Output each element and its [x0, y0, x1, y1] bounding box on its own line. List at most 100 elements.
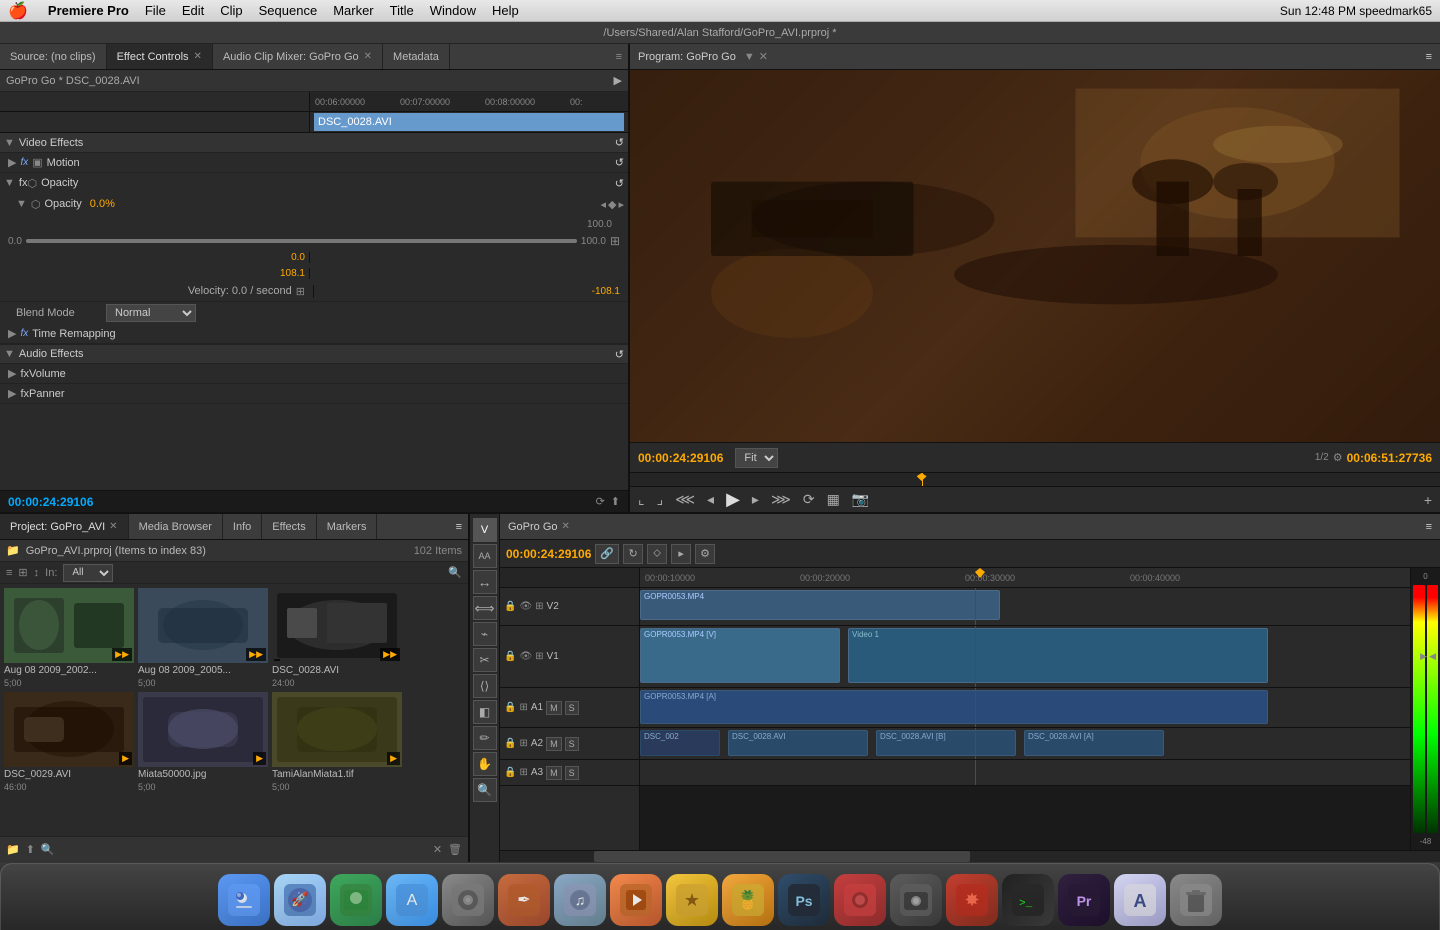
- tab-effect-controls[interactable]: Effect Controls ✕: [107, 44, 213, 69]
- tool-rolling-edit[interactable]: ⟺: [473, 596, 497, 620]
- monitor-timecode-display[interactable]: 00:00:24:29106: [638, 451, 723, 465]
- a2-clip-3[interactable]: DSC_0028.AVI [B]: [876, 730, 1016, 756]
- monitor-close[interactable]: ✕: [759, 50, 768, 63]
- menu-title[interactable]: Title: [390, 3, 414, 18]
- tab-metadata[interactable]: Metadata: [383, 44, 450, 69]
- v2-clip-1[interactable]: GOPR0053.MP4: [640, 590, 1000, 620]
- list-view-icon[interactable]: ≡: [6, 567, 12, 579]
- v2-lock[interactable]: 🔒: [504, 601, 516, 612]
- tl-linked-select[interactable]: ↻: [623, 544, 643, 564]
- tool-hand[interactable]: ✋: [473, 752, 497, 776]
- tab-project[interactable]: Project: GoPro_AVI ✕: [0, 514, 129, 539]
- time-remap-toggle[interactable]: ▶: [8, 327, 16, 340]
- list-item[interactable]: ▶▶ Aug 08 2009_2002... 5;00: [4, 588, 134, 688]
- menu-edit[interactable]: Edit: [182, 3, 204, 18]
- dock-terminal[interactable]: >_: [1002, 874, 1054, 926]
- a1-clip-1[interactable]: GOPR0053.MP4 [A]: [640, 690, 1268, 724]
- playback-prev-frame[interactable]: ◂: [703, 489, 718, 510]
- dock-itunes[interactable]: ♫: [554, 874, 606, 926]
- sort-icon[interactable]: ↕: [34, 567, 40, 579]
- panner-toggle[interactable]: ▶: [8, 387, 16, 400]
- v2-visibility[interactable]: 👁: [519, 601, 532, 612]
- a2-clip-4[interactable]: DSC_0028.AVI [A]: [1024, 730, 1164, 756]
- v1-clip-2[interactable]: Video 1: [848, 628, 1268, 683]
- timeline-scrollbar[interactable]: [500, 850, 1440, 862]
- a2-lock[interactable]: 🔒: [504, 738, 516, 749]
- playback-export-frame[interactable]: 📷: [848, 489, 873, 510]
- list-item[interactable]: ▶▶ Aug 08 2009_2005... 5;00: [138, 588, 268, 688]
- menu-clip[interactable]: Clip: [220, 3, 242, 18]
- tool-slip[interactable]: ⟨⟩: [473, 674, 497, 698]
- menu-marker[interactable]: Marker: [333, 3, 373, 18]
- v1-lock[interactable]: 🔒: [504, 651, 516, 662]
- playback-step-back[interactable]: ⋘: [671, 489, 699, 510]
- tab-media-browser[interactable]: Media Browser: [129, 514, 223, 539]
- v1-sync[interactable]: ⊞: [535, 651, 543, 662]
- v1-visibility[interactable]: 👁: [519, 651, 532, 662]
- a2-solo[interactable]: S: [565, 737, 579, 751]
- tool-rate-stretch[interactable]: ⌁: [473, 622, 497, 646]
- playback-next-frame[interactable]: ▸: [748, 489, 763, 510]
- tool-slide[interactable]: ◧: [473, 700, 497, 724]
- timeline-tab-close[interactable]: ✕: [562, 521, 570, 532]
- loop-button[interactable]: ⟳: [596, 495, 605, 508]
- v1-expand[interactable]: ▶: [1420, 651, 1427, 662]
- dock-screenflow[interactable]: [610, 874, 662, 926]
- project-clear[interactable]: ✕: [433, 843, 442, 856]
- menu-sequence[interactable]: Sequence: [259, 3, 318, 18]
- list-item[interactable]: ▶ TamiAlanMiata1.tif 5;00: [272, 692, 402, 792]
- timeline-ruler-row[interactable]: 00:00:10000 00:00:20000 00:00:30000 00:0…: [640, 568, 1410, 588]
- tool-select[interactable]: V: [473, 518, 497, 542]
- panel-menu-button[interactable]: ≡: [610, 44, 628, 69]
- tool-razor[interactable]: ✂: [473, 648, 497, 672]
- list-item[interactable]: ▶ DSC_0029.AVI 46:00: [4, 692, 134, 792]
- playback-mark-in[interactable]: ⌞: [634, 489, 649, 510]
- volume-toggle[interactable]: ▶: [8, 367, 16, 380]
- video-effects-collapse[interactable]: ▼: [4, 137, 15, 149]
- v1-collapse[interactable]: ◀: [1429, 651, 1436, 662]
- dock-font-book[interactable]: A: [1114, 874, 1166, 926]
- menu-window[interactable]: Window: [430, 3, 476, 18]
- opacity-range-slider[interactable]: [26, 239, 577, 243]
- fit-dropdown[interactable]: Fit: [735, 448, 778, 468]
- a2-clip-1[interactable]: DSC_002: [640, 730, 720, 756]
- tab-audio-clip-mixer[interactable]: Audio Clip Mixer: GoPro Go ✕: [213, 44, 383, 69]
- list-item[interactable]: ▶ Miata50000.jpg 5;00: [138, 692, 268, 792]
- project-search[interactable]: 🔍: [41, 843, 55, 856]
- project-folder-icon[interactable]: 📁: [6, 544, 20, 557]
- tool-track-select[interactable]: AA: [473, 544, 497, 568]
- tool-zoom[interactable]: 🔍: [473, 778, 497, 802]
- timeline-panel-menu[interactable]: ≡: [1426, 521, 1432, 533]
- playback-step-forward[interactable]: ⋙: [767, 489, 795, 510]
- motion-reset[interactable]: ↺: [615, 156, 624, 169]
- playback-play[interactable]: ▶: [722, 487, 744, 512]
- list-item[interactable]: ▶▶ DSC_0028.AVI 24:00: [272, 588, 402, 688]
- tl-add-marker[interactable]: ▸: [671, 544, 691, 564]
- playback-add-marker[interactable]: +: [1420, 490, 1436, 510]
- a3-solo[interactable]: S: [565, 766, 579, 780]
- tab-project-close[interactable]: ✕: [109, 521, 117, 532]
- a3-sync[interactable]: ⊞: [519, 767, 527, 778]
- opacity-reset[interactable]: ↺: [615, 177, 624, 190]
- blend-mode-select[interactable]: Normal: [106, 304, 196, 322]
- video-effects-reset[interactable]: ↺: [615, 136, 624, 149]
- dock-launchpad[interactable]: 🚀: [274, 874, 326, 926]
- dock-appstore[interactable]: A: [386, 874, 438, 926]
- opacity-add-kf[interactable]: ◆: [608, 198, 616, 211]
- audio-effects-collapse[interactable]: ▼: [4, 348, 15, 360]
- dock-camera-app[interactable]: [834, 874, 886, 926]
- tl-marker-btn[interactable]: ⬦: [647, 544, 667, 564]
- playback-mark-out[interactable]: ⌟: [653, 489, 668, 510]
- dock-trash[interactable]: [1170, 874, 1222, 926]
- a1-sync[interactable]: ⊞: [519, 702, 527, 713]
- project-new-bin[interactable]: 📁: [6, 843, 20, 856]
- dock-system-preferences[interactable]: [442, 874, 494, 926]
- monitor-settings-icon[interactable]: ⚙: [1333, 451, 1343, 464]
- menu-file[interactable]: File: [145, 3, 166, 18]
- a2-clip-2[interactable]: DSC_0028.AVI: [728, 730, 868, 756]
- a2-sync[interactable]: ⊞: [519, 738, 527, 749]
- dock-pineapple-app[interactable]: 🍍: [722, 874, 774, 926]
- opacity-sub-collapse[interactable]: ▼: [16, 198, 27, 210]
- dock-garageband[interactable]: ★: [666, 874, 718, 926]
- dock-burst-app[interactable]: ✸: [946, 874, 998, 926]
